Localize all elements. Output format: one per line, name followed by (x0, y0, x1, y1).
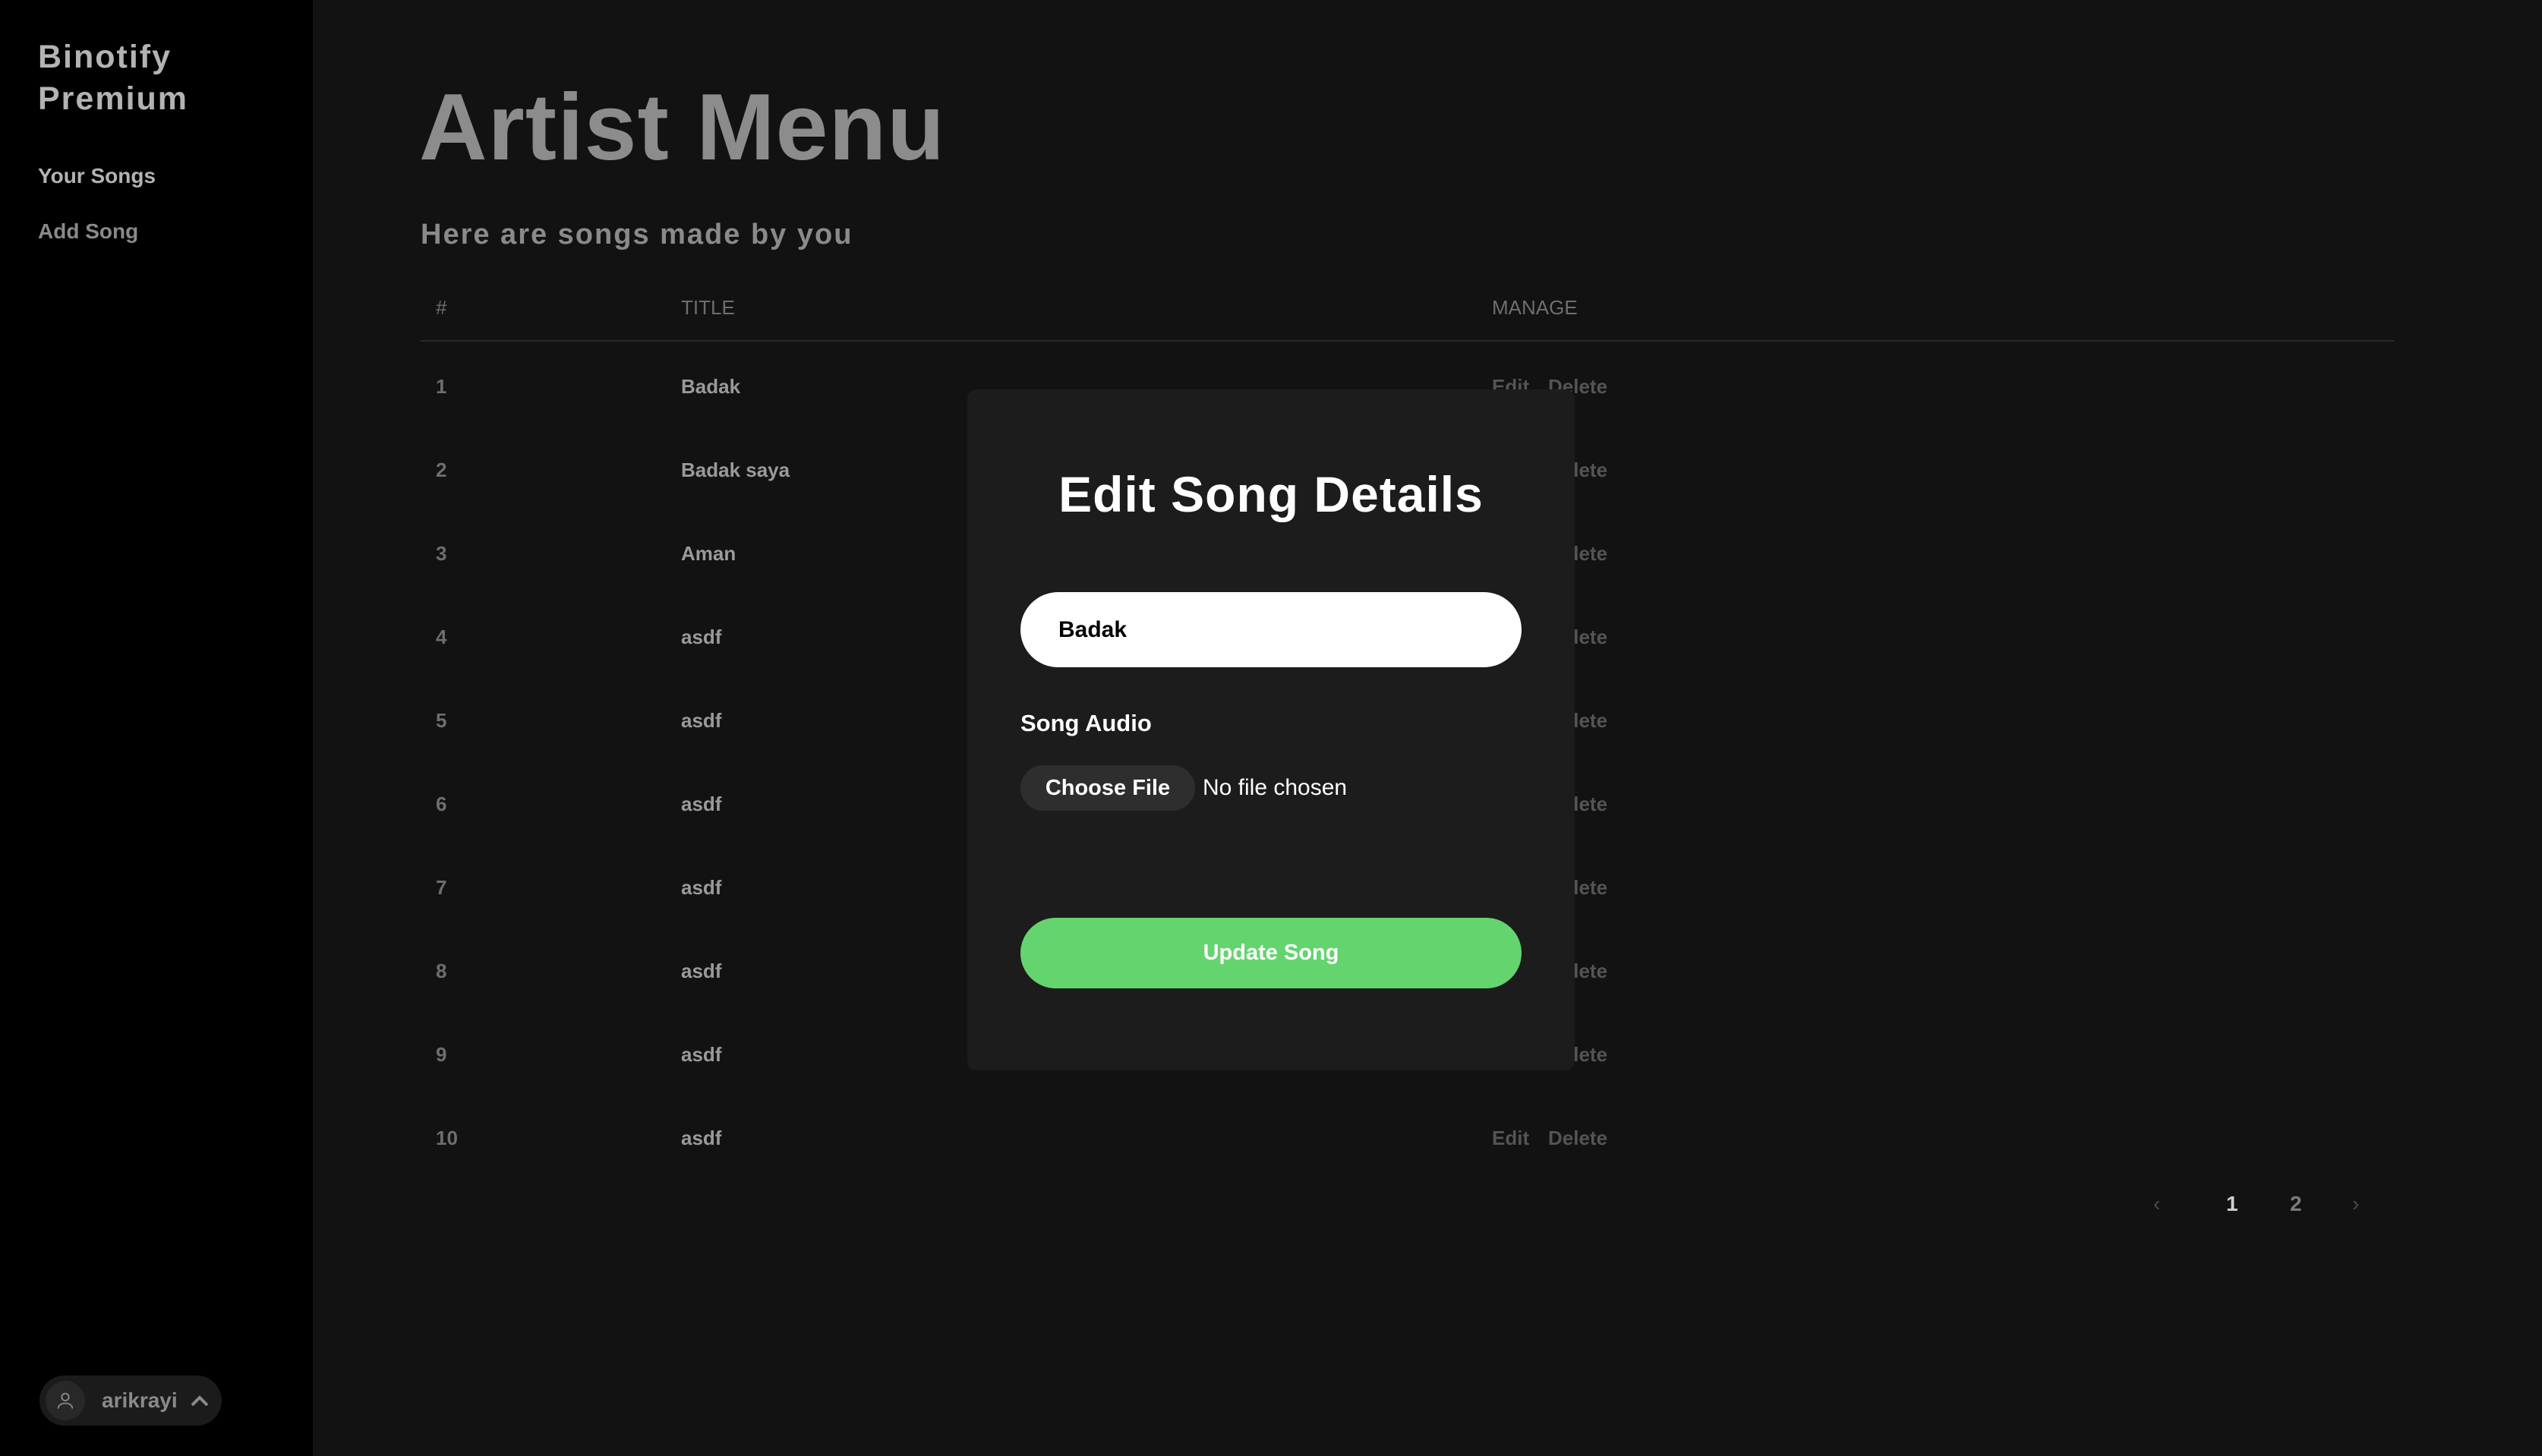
chevron-up-icon (190, 1394, 210, 1407)
song-title: asdf (681, 793, 722, 815)
song-title: Aman (681, 542, 736, 565)
user-name: arikrayi (102, 1388, 178, 1412)
pagination-next-button[interactable]: › (2352, 1192, 2359, 1216)
song-title: asdf (681, 1127, 722, 1149)
pagination-page-1[interactable]: 1 (2226, 1192, 2238, 1216)
file-status-text: No file chosen (1203, 775, 1348, 800)
song-title: asdf (681, 960, 722, 982)
row-number: 2 (436, 459, 447, 481)
row-number: 4 (436, 626, 447, 648)
pagination-prev-button[interactable]: ‹ (2153, 1192, 2160, 1216)
nav-add-song[interactable]: Add Song (38, 219, 138, 244)
delete-link[interactable]: Delete (1548, 1127, 1607, 1150)
page-title: Artist Menu (419, 75, 945, 180)
row-number: 9 (436, 1043, 447, 1066)
table-row: 10 asdf Edit Delete (421, 1127, 2395, 1210)
file-picker: Choose File No file chosen (1020, 765, 1347, 811)
nav-your-songs[interactable]: Your Songs (38, 164, 156, 188)
row-number: 7 (436, 876, 447, 899)
row-number: 1 (436, 375, 447, 398)
sidebar: Binotify Premium Your Songs Add Song ari… (0, 0, 313, 1456)
song-title-input[interactable] (1020, 592, 1522, 667)
row-number: 8 (436, 960, 447, 982)
column-header-manage: MANAGE (1492, 296, 1578, 319)
edit-link[interactable]: Edit (1492, 1127, 1529, 1150)
edit-song-modal: Edit Song Details Song Audio Choose File… (967, 389, 1575, 1070)
row-number: 6 (436, 793, 447, 815)
user-icon (46, 1381, 85, 1420)
brand-line-1: Binotify (38, 39, 172, 75)
update-song-button[interactable]: Update Song (1020, 918, 1522, 988)
pagination-page-2[interactable]: 2 (2290, 1192, 2302, 1216)
row-number: 3 (436, 542, 447, 565)
row-number: 5 (436, 709, 447, 732)
choose-file-button[interactable]: Choose File (1020, 765, 1195, 811)
song-title: asdf (681, 1043, 722, 1066)
row-number: 10 (436, 1127, 458, 1149)
modal-title: Edit Song Details (1058, 466, 1484, 522)
song-audio-label: Song Audio (1020, 710, 1152, 736)
column-header-number: # (436, 296, 447, 319)
user-menu-button[interactable]: arikrayi (39, 1376, 222, 1426)
song-title: Badak saya (681, 459, 790, 481)
song-title: asdf (681, 626, 722, 648)
column-header-title: TITLE (681, 296, 735, 319)
song-title: asdf (681, 709, 722, 732)
song-title: asdf (681, 876, 722, 899)
table-header: # TITLE MANAGE (421, 296, 2395, 342)
song-title: Badak (681, 375, 741, 398)
page-subtitle: Here are songs made by you (421, 219, 853, 251)
brand-logo-text[interactable]: Binotify Premium (38, 36, 188, 120)
brand-line-2: Premium (38, 80, 189, 117)
